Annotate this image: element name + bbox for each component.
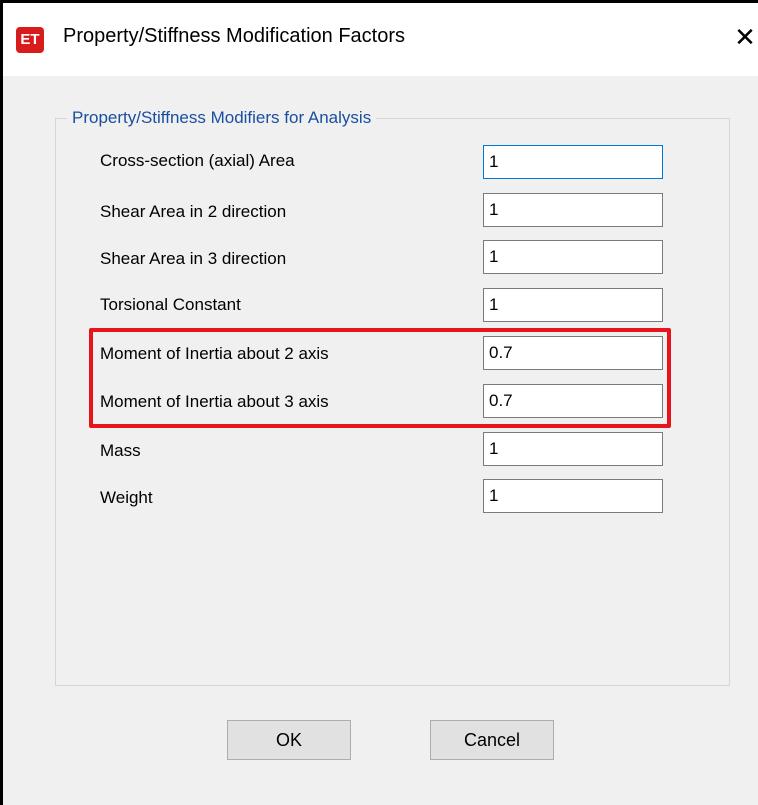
label-shear-area-3: Shear Area in 3 direction <box>100 249 287 268</box>
label-weight: Weight <box>100 488 153 507</box>
shear-area-3-input[interactable] <box>483 240 663 274</box>
label-cross-section-area: Cross-section (axial) Area <box>100 151 295 170</box>
ok-button[interactable]: OK <box>227 720 351 760</box>
label-mass: Mass <box>100 441 141 460</box>
weight-input[interactable] <box>483 479 663 513</box>
label-shear-area-2: Shear Area in 2 direction <box>100 202 287 221</box>
cross-section-area-input[interactable] <box>483 145 663 179</box>
title-bar: ET Property/Stiffness Modification Facto… <box>3 3 758 76</box>
torsional-constant-input[interactable] <box>483 288 663 322</box>
moment-of-inertia-highlight <box>89 328 671 428</box>
property-modifiers-dialog: ET Property/Stiffness Modification Facto… <box>0 0 758 805</box>
label-torsional-constant: Torsional Constant <box>100 295 241 314</box>
window-title: Property/Stiffness Modification Factors <box>63 25 405 47</box>
shear-area-2-input[interactable] <box>483 193 663 227</box>
groupbox-title: Property/Stiffness Modifiers for Analysi… <box>67 107 377 129</box>
cancel-button[interactable]: Cancel <box>430 720 554 760</box>
close-icon[interactable]: ✕ <box>733 23 757 51</box>
etabs-app-icon: ET <box>16 27 44 53</box>
mass-input[interactable] <box>483 432 663 466</box>
